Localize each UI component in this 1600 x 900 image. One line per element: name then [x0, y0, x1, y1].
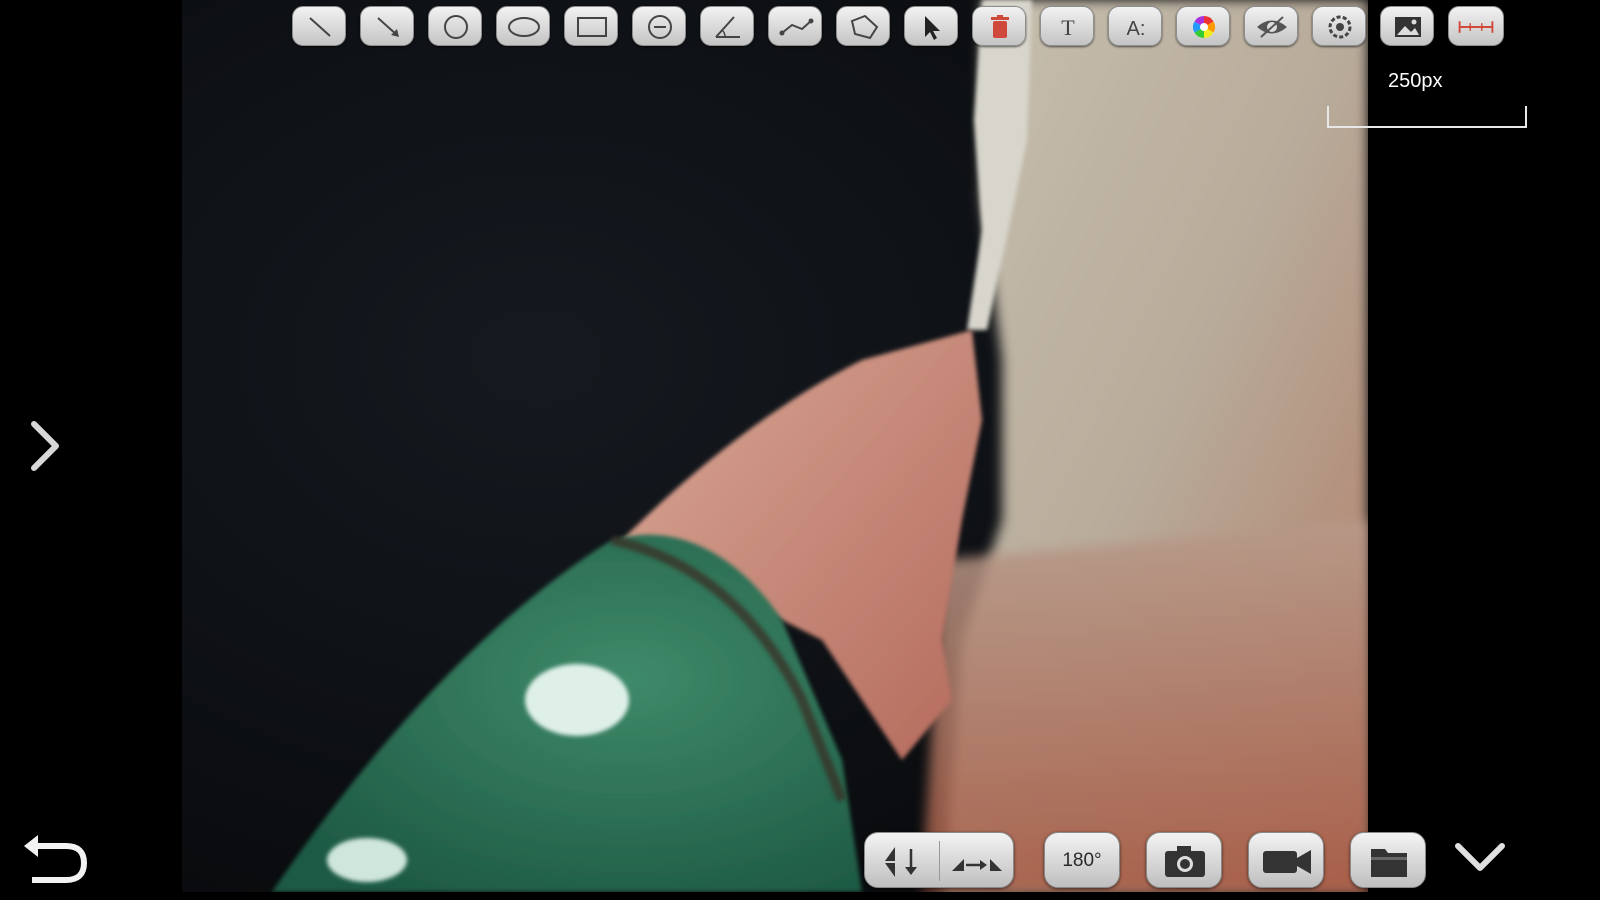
three-point-circle-button[interactable] [632, 6, 686, 46]
select-tool-button[interactable] [904, 6, 958, 46]
scale-bar [1327, 106, 1527, 128]
video-camera-icon [1263, 850, 1311, 874]
color-picker-button[interactable] [1176, 6, 1230, 46]
specimen-image [182, 0, 1368, 892]
circle-tool-icon [444, 15, 468, 39]
arrow-line-tool-button[interactable] [360, 6, 414, 46]
text-tool-button[interactable]: T [1040, 6, 1094, 46]
polygon-tool-button[interactable] [836, 6, 890, 46]
scale-ruler-icon [1458, 21, 1494, 33]
chevron-down-icon[interactable] [1452, 838, 1508, 878]
ellipse-tool-button[interactable] [496, 6, 550, 46]
eye-icon [1257, 16, 1287, 38]
rotate-label: 180° [1062, 850, 1102, 871]
scale-label: 250px [1388, 70, 1443, 92]
delete-button[interactable] [972, 6, 1026, 46]
image-icon [1395, 17, 1421, 37]
flip-horizontal-button[interactable] [940, 833, 1015, 889]
polygon-tool-icon [850, 14, 879, 40]
font-size-button[interactable]: A: [1108, 6, 1162, 46]
color-wheel-icon [1193, 16, 1215, 38]
capture-button[interactable] [1146, 832, 1222, 888]
record-button[interactable] [1248, 832, 1324, 888]
image-button[interactable] [1380, 6, 1434, 46]
chevron-right-icon[interactable] [26, 418, 66, 474]
line-tool-button[interactable] [292, 6, 346, 46]
rotate-180-button[interactable]: 180° [1044, 832, 1120, 888]
trash-icon [991, 15, 1009, 38]
flip-vertical-icon [885, 847, 917, 877]
arrow-line-tool-icon [377, 17, 399, 37]
rectangle-tool-button[interactable] [564, 6, 618, 46]
camera-icon [1165, 846, 1205, 877]
back-arrow-icon[interactable] [20, 832, 92, 888]
svg-text:T: T [1061, 15, 1075, 40]
flip-horizontal-icon [952, 859, 1002, 871]
rectangle-tool-icon [577, 17, 607, 37]
polyline-tool-button[interactable] [768, 6, 822, 46]
flip-controls [864, 832, 1014, 888]
three-point-circle-icon [648, 15, 672, 39]
circle-tool-button[interactable] [428, 6, 482, 46]
flip-vertical-button[interactable] [865, 833, 940, 889]
font-size-icon: A: [1127, 18, 1146, 40]
text-tool-icon: T [1061, 15, 1075, 40]
gear-icon [1328, 15, 1352, 39]
angle-tool-icon [715, 16, 740, 38]
polyline-tool-icon [779, 18, 814, 36]
angle-tool-button[interactable] [700, 6, 754, 46]
folder-icon [1371, 849, 1407, 877]
settings-button[interactable] [1312, 6, 1366, 46]
camera-viewport[interactable] [182, 0, 1368, 892]
gallery-button[interactable] [1350, 832, 1426, 888]
ellipse-tool-icon [508, 17, 540, 37]
svg-text:A:: A: [1127, 18, 1146, 40]
line-tool-icon [309, 17, 331, 37]
cursor-icon [925, 16, 940, 40]
visibility-button[interactable] [1244, 6, 1298, 46]
scale-ruler-button[interactable] [1448, 6, 1504, 46]
